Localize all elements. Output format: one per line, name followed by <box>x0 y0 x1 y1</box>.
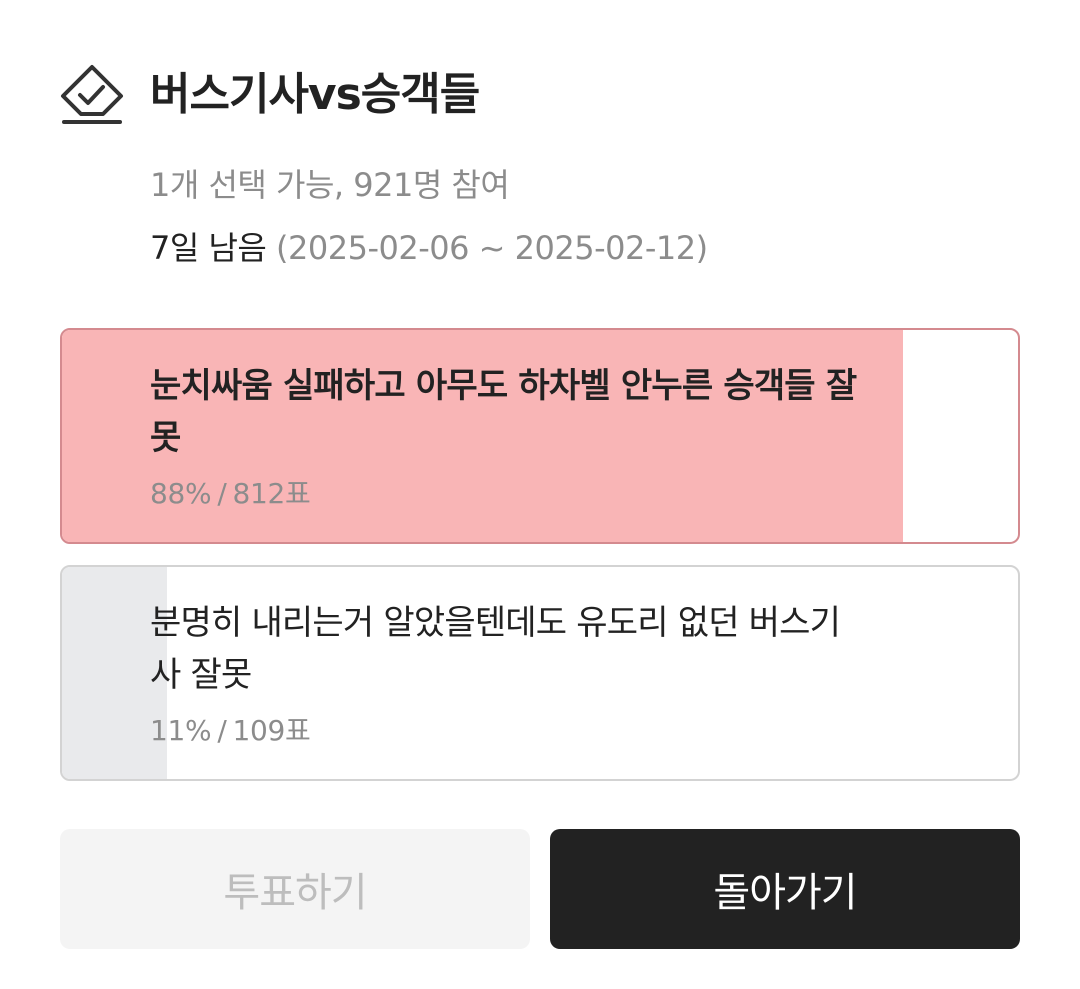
ballot-check-icon <box>61 65 123 124</box>
option-1-separator: / <box>217 477 227 510</box>
option-1-percent: 88% <box>150 477 212 510</box>
remaining-days: 7일 남음 <box>150 229 267 267</box>
poll-deadline: 7일 남음 (2025-02-06 ~ 2025-02-12) <box>150 226 708 270</box>
poll-option-1[interactable]: 눈치싸움 실패하고 아무도 하차벨 안누른 승객들 잘못 88%/812표 <box>60 328 1020 544</box>
poll-option-2[interactable]: 분명히 내리는거 알았을텐데도 유도리 없던 버스기사 잘못 11%/109표 <box>60 565 1020 781</box>
poll-header: 버스기사vs승객들 <box>58 62 480 128</box>
vote-button[interactable]: 투표하기 <box>60 829 530 949</box>
poll-meta: 1개 선택 가능, 921명 참여 <box>150 166 510 204</box>
option-2-result: 11%/109표 <box>150 713 868 749</box>
option-2-votes: 109표 <box>232 714 311 747</box>
option-2-separator: / <box>217 714 227 747</box>
option-2-percent: 11% <box>150 714 212 747</box>
option-1-result: 88%/812표 <box>150 476 868 512</box>
poll-title: 버스기사vs승객들 <box>150 69 480 120</box>
option-1-votes: 812표 <box>232 477 311 510</box>
date-range: (2025-02-06 ~ 2025-02-12) <box>276 229 708 267</box>
option-2-label: 분명히 내리는거 알았을텐데도 유도리 없던 버스기사 잘못 <box>150 603 841 695</box>
option-1-label: 눈치싸움 실패하고 아무도 하차벨 안누른 승객들 잘못 <box>150 366 857 458</box>
back-button[interactable]: 돌아가기 <box>550 829 1020 949</box>
